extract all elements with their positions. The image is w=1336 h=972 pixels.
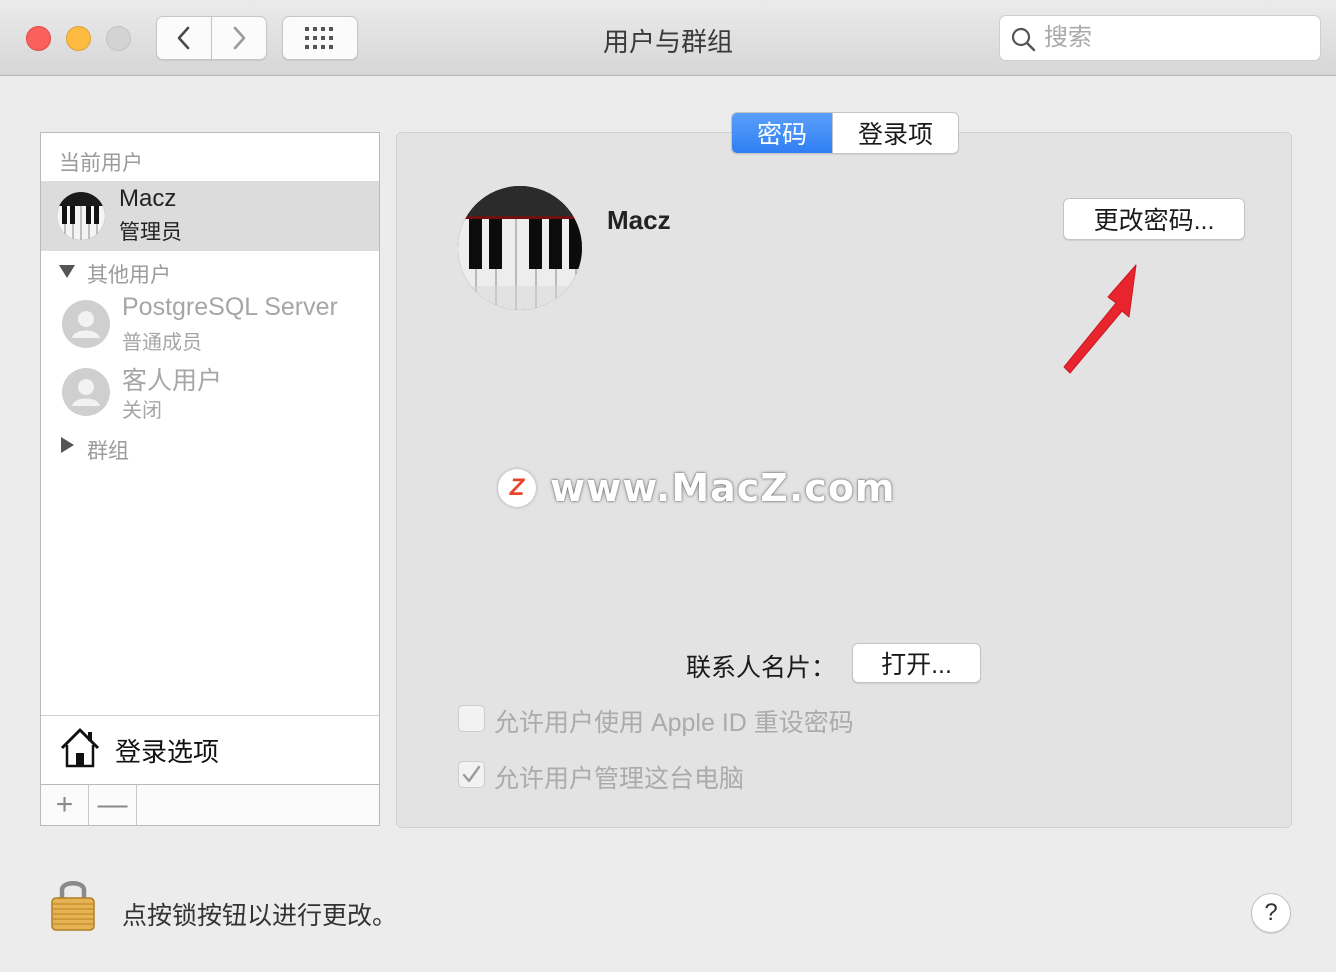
lock-icon[interactable] bbox=[50, 876, 96, 932]
login-options-label: 登录选项 bbox=[115, 737, 220, 767]
change-password-button[interactable]: 更改密码... bbox=[1063, 198, 1245, 240]
search-field[interactable] bbox=[999, 15, 1321, 61]
disclosure-expanded-icon[interactable] bbox=[59, 265, 75, 278]
red-arrow-annotation bbox=[1063, 264, 1137, 374]
open-contact-button[interactable]: 打开... bbox=[852, 643, 981, 683]
sidebar-footer: + — bbox=[41, 785, 379, 825]
current-user-role: 管理员 bbox=[119, 221, 182, 244]
checkmark-icon bbox=[462, 765, 481, 783]
user-list-sidebar: 当前用户 Macz 管理员 其他用户 PostgreSQL Server 普通成… bbox=[40, 132, 380, 826]
user-role: 普通成员 bbox=[122, 332, 202, 354]
user-role: 关闭 bbox=[122, 400, 162, 422]
person-avatar-icon bbox=[62, 368, 110, 416]
lock-status-text: 点按锁按钮以进行更改。 bbox=[122, 902, 398, 930]
house-icon bbox=[60, 728, 100, 768]
search-icon bbox=[1011, 27, 1036, 52]
login-options-item[interactable]: 登录选项 bbox=[41, 715, 379, 785]
tab-bar: 密码 登录项 bbox=[731, 112, 959, 154]
remove-user-button[interactable]: — bbox=[89, 785, 137, 825]
current-user-name: Macz bbox=[119, 185, 177, 212]
user-name: PostgreSQL Server bbox=[122, 293, 338, 321]
user-full-name: Macz bbox=[607, 205, 671, 235]
groups-header: 群组 bbox=[87, 440, 129, 463]
admin-label: 允许用户管理这台电脑 bbox=[494, 765, 745, 793]
other-users-header: 其他用户 bbox=[87, 264, 171, 287]
add-user-button[interactable]: + bbox=[41, 785, 89, 825]
current-users-header: 当前用户 bbox=[59, 152, 143, 175]
watermark-text: www.MacZ.com bbox=[550, 466, 896, 510]
tab-password[interactable]: 密码 bbox=[732, 113, 832, 153]
contact-card-label: 联系人名片： bbox=[686, 654, 837, 682]
user-picture[interactable] bbox=[458, 186, 582, 310]
disclosure-collapsed-icon[interactable] bbox=[61, 437, 74, 453]
title-bar: 用户与群组 bbox=[0, 0, 1336, 76]
apple-id-reset-checkbox[interactable] bbox=[458, 705, 485, 732]
person-avatar-icon bbox=[62, 300, 110, 348]
tab-login-items[interactable]: 登录项 bbox=[832, 113, 958, 153]
user-name: 客人用户 bbox=[122, 367, 223, 395]
user-list-item-current[interactable]: Macz 管理员 bbox=[41, 181, 379, 251]
watermark: Z www.MacZ.com bbox=[498, 466, 896, 510]
admin-checkbox[interactable] bbox=[458, 761, 485, 788]
user-avatar bbox=[57, 192, 105, 240]
macz-logo: Z bbox=[498, 469, 536, 507]
search-input[interactable] bbox=[1044, 16, 1314, 60]
help-button[interactable]: ? bbox=[1251, 893, 1291, 933]
apple-id-reset-label: 允许用户使用 Apple ID 重设密码 bbox=[494, 709, 854, 737]
